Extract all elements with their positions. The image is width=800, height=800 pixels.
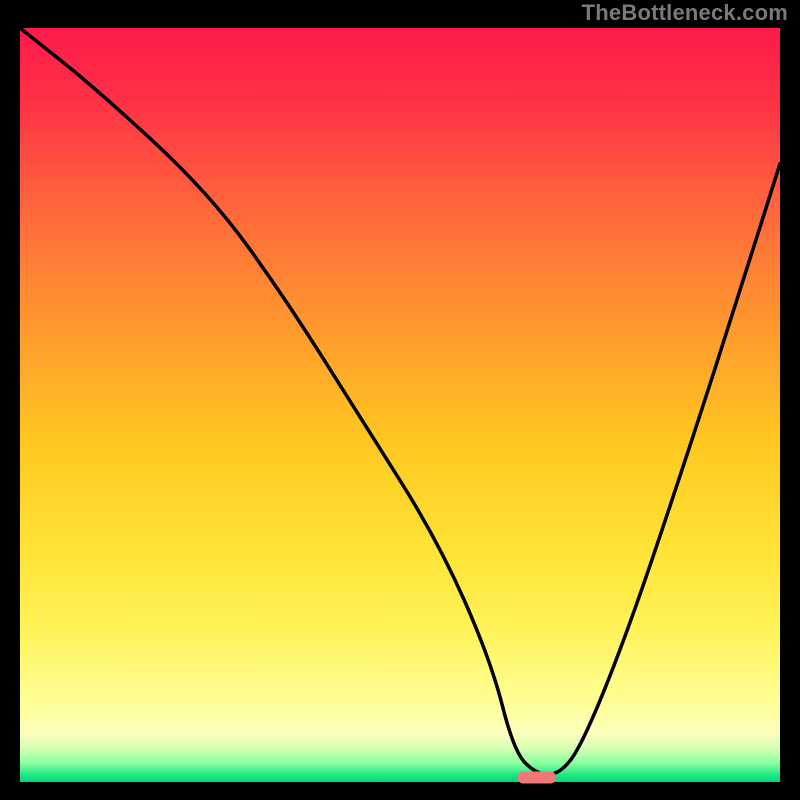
optimal-marker	[518, 772, 556, 784]
plot-background	[20, 28, 780, 782]
chart-stage: TheBottleneck.com	[0, 0, 800, 800]
chart-svg	[0, 0, 800, 800]
watermark-label: TheBottleneck.com	[582, 0, 788, 26]
